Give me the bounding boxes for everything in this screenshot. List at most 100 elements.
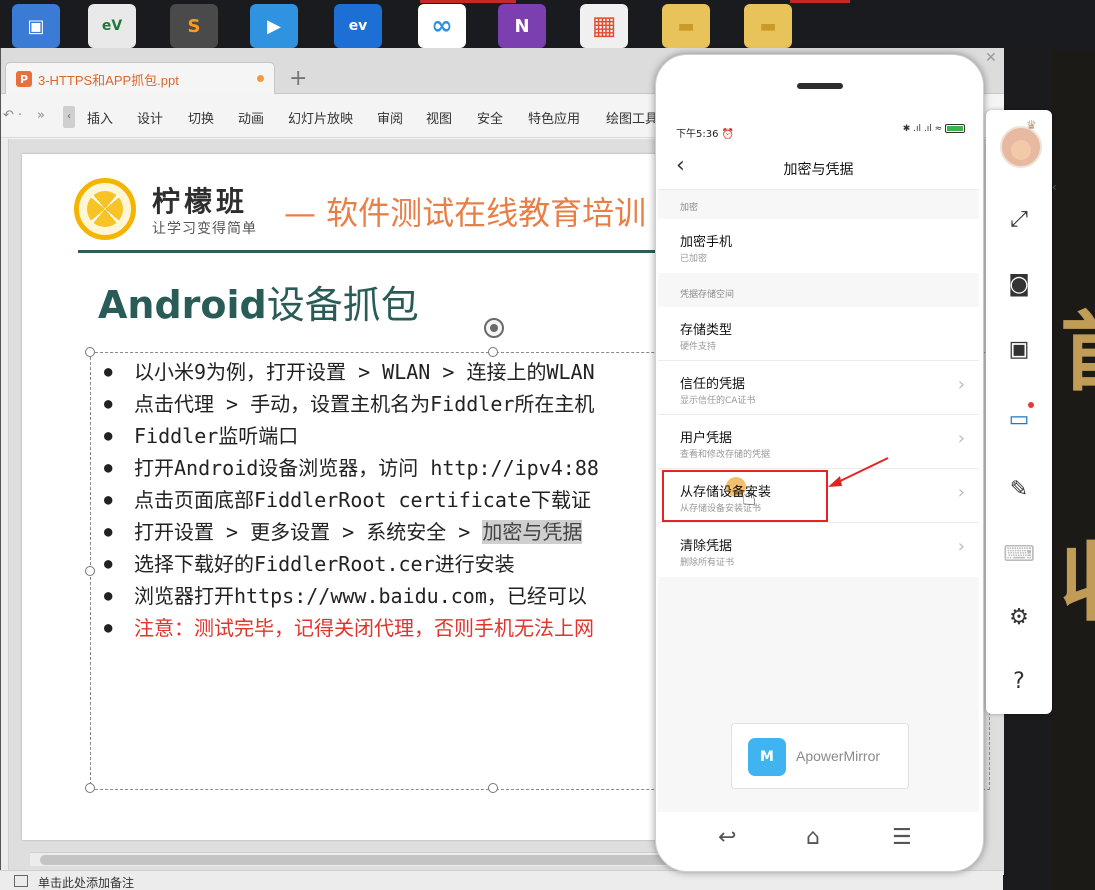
brand-name: 柠檬班 [152, 185, 249, 218]
settings-icon[interactable]: ⚙ [1000, 598, 1038, 636]
resize-handle-left[interactable] [85, 566, 95, 576]
screen-cast-icon[interactable]: ▭ [1000, 400, 1038, 438]
ribbon-tab-features[interactable]: 特色应用 [528, 108, 580, 127]
recents-nav-icon[interactable]: ☰ [892, 827, 912, 849]
annotation-arrow-icon [828, 457, 889, 487]
status-time: 下午5:36 ⏰ [676, 129, 735, 140]
ppt-file-icon: P [16, 71, 32, 87]
row-title: 存储类型 [680, 323, 733, 338]
slide-heading: Android设备抓包 [98, 274, 419, 329]
heading-rest: 设备抓包 [266, 283, 419, 327]
ribbon-tab-design[interactable]: 设计 [137, 108, 163, 127]
row-subtitle: 显示信任的CA证书 [680, 396, 756, 406]
row-clear-credentials[interactable]: 清除凭据 删除所有证书 › [658, 523, 979, 577]
chevron-right-icon: › [957, 428, 965, 449]
red-indicator-2 [790, 0, 850, 3]
more-icon[interactable]: » [37, 108, 45, 123]
row-storage-type[interactable]: 存储类型 硬件支持 [658, 307, 979, 361]
user-avatar[interactable] [1000, 126, 1042, 168]
notes-icon [14, 875, 28, 887]
notes-bar: 单击此处添加备注 [0, 870, 1003, 890]
ev-recorder-icon[interactable]: eV [88, 4, 136, 48]
apowermirror-brand: ApowerMirror [796, 748, 881, 764]
collapse-toolbar-icon[interactable]: ‹ [1052, 180, 1066, 220]
row-title: 加密手机 [680, 235, 733, 250]
row-subtitle: 硬件支持 [680, 342, 717, 352]
resize-handle-tl[interactable] [85, 347, 95, 357]
wallpaper-glyph-2: 收 [1060, 540, 1095, 626]
apowermirror-logo-icon: M [748, 738, 786, 776]
highlighted-text: 加密与凭据 [482, 520, 583, 544]
notification-dot [1028, 402, 1034, 408]
chevron-right-icon: › [957, 374, 965, 395]
signal-icon: ✱ .ıl .ıl ≈ [902, 124, 943, 134]
lemon-slice-icon [87, 191, 123, 227]
avatar-face [1011, 140, 1031, 160]
ribbon-tab-view[interactable]: 视图 [426, 108, 452, 127]
row-subtitle: 删除所有证书 [680, 558, 735, 568]
keyboard-icon[interactable]: ⌨ [1000, 535, 1038, 573]
ribbon-tab-insert[interactable]: 插入 [87, 108, 113, 127]
new-tab-button[interactable]: + [289, 68, 307, 90]
scrollbar-thumb[interactable] [40, 855, 760, 865]
annotation-highlight-box [662, 470, 828, 522]
fullscreen-icon[interactable]: ⤢ [1000, 200, 1038, 238]
phone-screen: 下午5:36 ⏰ ✱ .ıl .ıl ≈ ‹ 加密与凭据 加密 加密手机 已加密… [658, 119, 979, 812]
resize-handle-bottom[interactable] [488, 783, 498, 793]
onenote-icon[interactable]: N [498, 4, 546, 48]
document-tab[interactable]: P 3-HTTPS和APP抓包.ppt [5, 62, 275, 94]
row-subtitle: 已加密 [680, 254, 708, 264]
undo-icon[interactable]: ↶ · [3, 108, 22, 123]
ribbon-tab-slideshow[interactable]: 幻灯片放映 [288, 108, 353, 127]
back-nav-icon[interactable]: ↩ [718, 827, 736, 849]
bullet-text: 打开设置 > 更多设置 > 系统安全 > [134, 520, 483, 544]
ribbon-tab-animation[interactable]: 动画 [238, 108, 264, 127]
video-player-icon[interactable]: ▶ [250, 4, 298, 48]
unsaved-dot-icon [257, 75, 264, 82]
ev-player-icon[interactable]: ev [334, 4, 382, 48]
desktop-taskbar-strip: ▣ eV S ▶ ev ∞ N ▦ ▬ ▬ [0, 0, 1095, 50]
camera-icon[interactable]: ◙ [1000, 265, 1038, 303]
background-wallpaper: 首 收 [1052, 50, 1095, 890]
wallpaper-glyph: 首 [1060, 310, 1095, 396]
row-title: 清除凭据 [680, 539, 733, 554]
row-title: 用户凭据 [680, 431, 733, 446]
ribbon-scroll-left-button[interactable]: ‹ [63, 106, 75, 128]
baidu-netdisk-icon[interactable]: ∞ [418, 4, 466, 48]
ribbon-tab-drawing-tools[interactable]: 绘图工具 [606, 108, 658, 127]
folder-icon[interactable]: ▬ [662, 4, 710, 48]
office-icon[interactable]: ▦ [580, 4, 628, 48]
chevron-right-icon: › [957, 536, 965, 557]
status-icons: ✱ .ıl .ıl ≈ [903, 124, 965, 134]
ribbon-tab-security[interactable]: 安全 [477, 108, 503, 127]
crown-icon: ♛ [1026, 118, 1037, 132]
close-icon[interactable]: ✕ [985, 50, 997, 66]
row-title: 信任的凭据 [680, 377, 746, 392]
ribbon-tab-transition[interactable]: 切换 [188, 108, 214, 127]
folder-icon-2[interactable]: ▬ [744, 4, 792, 48]
lemon-logo-icon [74, 178, 136, 240]
rotate-handle[interactable] [484, 318, 504, 338]
phone-speaker [797, 83, 843, 89]
video-record-icon[interactable]: ▣ [1000, 330, 1038, 368]
resize-handle-bl[interactable] [85, 783, 95, 793]
screen-title: 加密与凭据 [783, 162, 854, 178]
row-trusted-credentials[interactable]: 信任的凭据 显示信任的CA证书 › [658, 361, 979, 415]
notes-placeholder[interactable]: 单击此处添加备注 [38, 874, 134, 890]
slide-panel-gutter [1, 139, 9, 875]
help-icon[interactable]: ? [1000, 662, 1038, 700]
sublime-icon[interactable]: S [170, 4, 218, 48]
ribbon-tab-review[interactable]: 审阅 [377, 108, 403, 127]
home-nav-icon[interactable]: ⌂ [806, 827, 820, 849]
slide-tagline: — 软件测试在线教育培训 [284, 194, 647, 232]
section-storage-header: 凭据存储空间 [658, 273, 979, 307]
phone-mirror-window: 下午5:36 ⏰ ✱ .ıl .ıl ≈ ‹ 加密与凭据 加密 加密手机 已加密… [655, 54, 984, 872]
row-encrypt-phone[interactable]: 加密手机 已加密 [658, 219, 979, 273]
section-label: 凭据存储空间 [680, 290, 735, 300]
brush-icon[interactable]: ✎ [1000, 470, 1038, 508]
computer-icon[interactable]: ▣ [12, 4, 60, 48]
row-user-credentials[interactable]: 用户凭据 查看和修改存储的凭据 › [658, 415, 979, 469]
row-subtitle: 查看和修改存储的凭据 [680, 450, 771, 460]
section-label: 加密 [680, 203, 699, 213]
brand-slogan: 让学习变得简单 [152, 221, 257, 237]
